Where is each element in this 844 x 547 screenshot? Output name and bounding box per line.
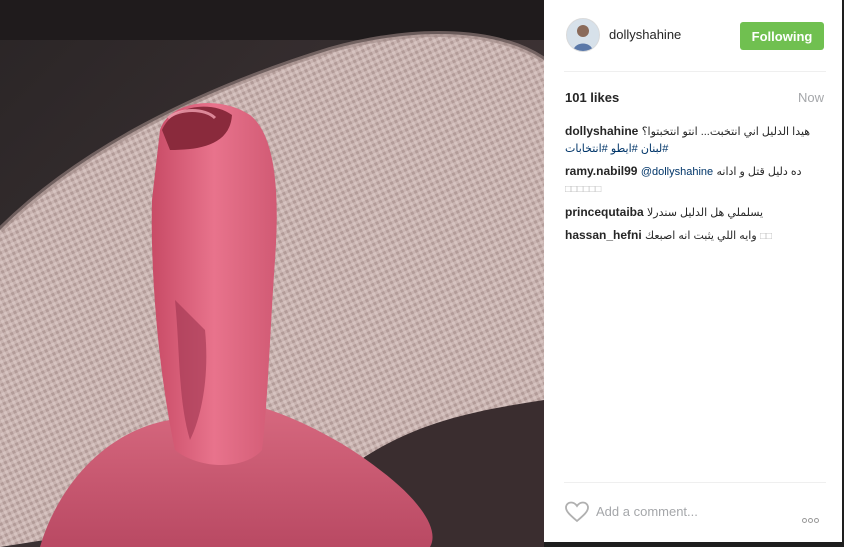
caption-username[interactable]: dollyshahine [565, 124, 638, 138]
dot-icon [814, 518, 819, 523]
comment-username[interactable]: princequtaiba [565, 205, 644, 219]
post-footer [564, 482, 826, 541]
comment-text: وايه اللي يثبت انه اصبعك [645, 230, 757, 242]
comment-text: ده دليل قتل و ادانه [716, 166, 802, 178]
comment-input[interactable] [596, 499, 786, 523]
avatar[interactable] [566, 18, 600, 52]
following-button[interactable]: Following [740, 22, 824, 50]
heart-icon[interactable] [565, 501, 589, 523]
post-photo[interactable] [0, 0, 544, 547]
comment-username[interactable]: ramy.nabil99 [565, 164, 637, 178]
post-time: Now [797, 90, 824, 105]
dot-icon [808, 518, 813, 523]
list-item: princequtaiba يسلملي هل الدليل سندرلا [565, 204, 823, 221]
caption-hashtags[interactable]: لبنان #ايطو #انتخابات# [565, 143, 668, 155]
dot-icon [802, 518, 807, 523]
comment-emoji: □□□□□□ [565, 184, 602, 195]
post-header: dollyshahine Following [564, 0, 826, 72]
comment-username[interactable]: hassan_hefni [565, 228, 642, 242]
more-options-icon[interactable] [802, 510, 826, 523]
post-details-panel: dollyshahine Following 101 likes Now dol… [544, 0, 842, 542]
caption: dollyshahine هيدا الدليل اني انتخبت... ا… [565, 123, 823, 157]
comments-list: dollyshahine هيدا الدليل اني انتخبت... ا… [565, 123, 823, 251]
avatar-image [567, 19, 599, 51]
comment-emoji: □□ [759, 231, 773, 242]
photo-image [0, 0, 544, 547]
comment-mention[interactable]: @dollyshahine [641, 166, 713, 178]
likes-count[interactable]: 101 likes [565, 90, 619, 105]
post-modal: dollyshahine Following 101 likes Now dol… [0, 0, 844, 547]
list-item: hassan_hefni وايه اللي يثبت انه اصبعك □□ [565, 227, 823, 245]
list-item: ramy.nabil99 @dollyshahine ده دليل قتل و… [565, 163, 823, 198]
post-username[interactable]: dollyshahine [609, 27, 681, 42]
comment-text: يسلملي هل الدليل سندرلا [647, 207, 764, 219]
caption-text: هيدا الدليل اني انتخبت... انتو انتخبتوا؟ [641, 126, 811, 138]
